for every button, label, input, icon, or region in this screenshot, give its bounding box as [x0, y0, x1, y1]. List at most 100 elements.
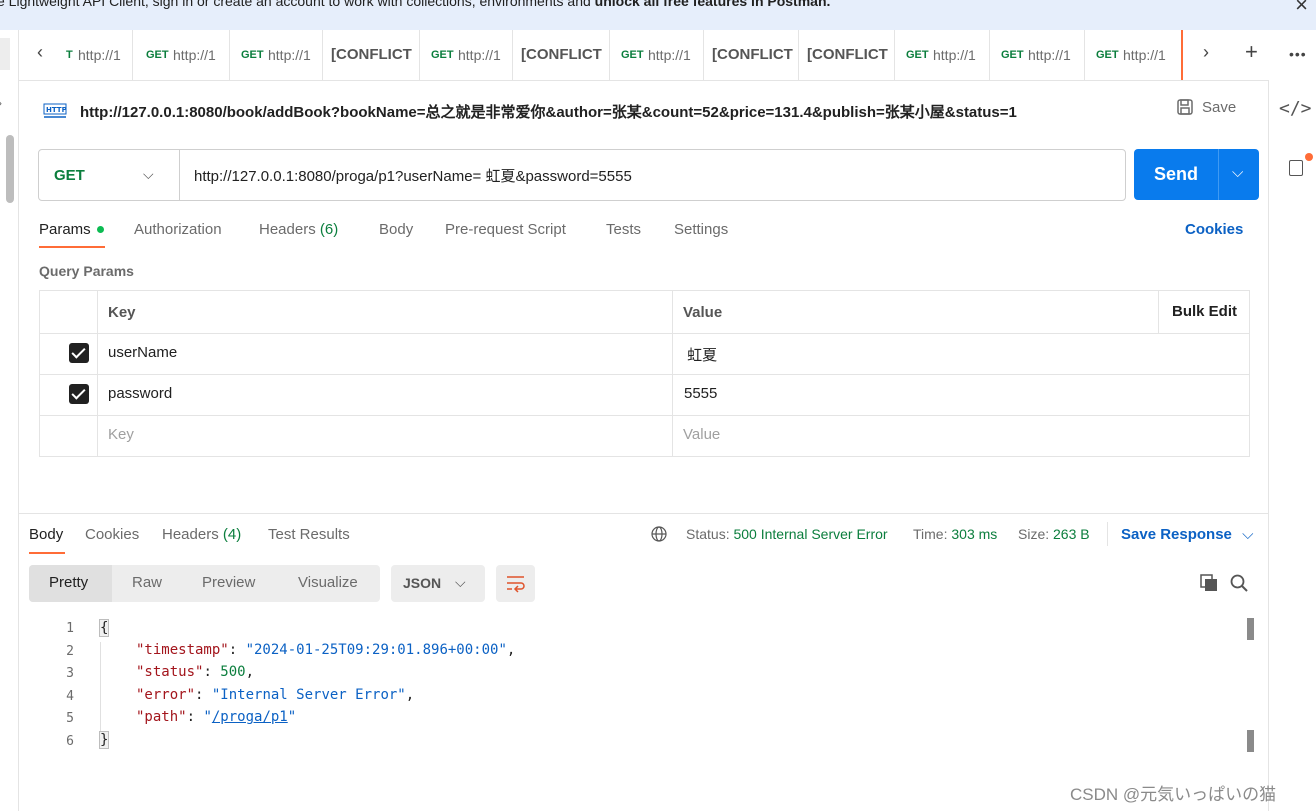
response-headers-count: (4): [222, 526, 242, 543]
tab-scroll-right-icon[interactable]: ›: [1203, 42, 1209, 63]
chevron-down-icon: ⌵: [455, 574, 466, 590]
param-key-input[interactable]: password: [108, 385, 172, 402]
send-button[interactable]: Send ⌵: [1134, 149, 1259, 200]
param-checkbox[interactable]: [69, 384, 89, 404]
tab-headers[interactable]: Headers (6): [259, 221, 338, 238]
request-tab-active[interactable]: GET http://1: [1085, 30, 1183, 80]
json-line: "path": "/proga/p1": [136, 709, 297, 725]
view-preview-button[interactable]: Preview: [202, 574, 255, 591]
tab-params[interactable]: Params: [39, 221, 91, 238]
request-tabs-bar: ‹ T http://1 GET http://1 GET http://1 […: [19, 30, 1316, 81]
save-button[interactable]: Save: [1176, 98, 1236, 116]
save-label: Save: [1202, 98, 1237, 116]
send-label: Send: [1154, 164, 1199, 184]
editor-scrollbar-marker[interactable]: [1247, 730, 1254, 752]
search-icon[interactable]: [1230, 574, 1248, 592]
status-value: 500 Internal Server Error: [733, 526, 888, 542]
response-tab-test-results[interactable]: Test Results: [268, 526, 350, 543]
params-active-dot: [97, 226, 104, 233]
documentation-icon[interactable]: [1289, 160, 1303, 176]
status-readout: Status: 500 Internal Server Error: [686, 526, 888, 542]
wrap-lines-icon: [507, 576, 525, 593]
chevron-right-icon[interactable]: ›: [0, 96, 2, 110]
request-tab[interactable]: T http://1: [66, 30, 133, 80]
send-options-chevron-icon[interactable]: ⌵: [1232, 164, 1243, 181]
editor-scrollbar-marker[interactable]: [1247, 618, 1254, 640]
path-link[interactable]: /proga/p1: [212, 709, 288, 725]
method-label: GET: [54, 167, 85, 184]
code-snippet-icon[interactable]: </>: [1279, 98, 1312, 119]
param-checkbox[interactable]: [69, 343, 89, 363]
param-value-input[interactable]: 虹夏: [683, 344, 717, 365]
sidebar-tile[interactable]: [0, 38, 10, 70]
url-input[interactable]: http://127.0.0.1:8080/proga/p1?userName=…: [194, 165, 632, 186]
url-bar: GET ⌵ http://127.0.0.1:8080/proga/p1?use…: [38, 149, 1126, 201]
right-sidebar: </>: [1268, 80, 1316, 811]
sidebar-scrollbar[interactable]: [6, 135, 14, 203]
request-tab-conflict[interactable]: [CONFLICT: [513, 30, 610, 80]
request-tab[interactable]: GET http://1: [895, 30, 990, 80]
tab-authorization[interactable]: Authorization: [134, 221, 222, 238]
method-select[interactable]: GET ⌵: [39, 150, 180, 200]
tab-prerequest-script[interactable]: Pre-request Script: [445, 221, 566, 238]
wrap-lines-button[interactable]: [496, 565, 535, 602]
query-params-title: Query Params: [39, 263, 134, 279]
line-number: 2: [66, 644, 74, 659]
time-value: 303 ms: [951, 526, 998, 542]
time-readout: Time: 303 ms: [913, 526, 998, 542]
tab-scroll-left-icon[interactable]: ‹: [37, 42, 43, 63]
response-tab-headers[interactable]: Headers (4): [162, 526, 241, 543]
format-label: JSON: [403, 575, 442, 591]
table-divider: [40, 415, 1249, 416]
request-tab[interactable]: GET http://1: [610, 30, 704, 80]
more-options-icon[interactable]: •••: [1289, 46, 1307, 62]
response-tab-cookies[interactable]: Cookies: [85, 526, 139, 543]
size-value: 263 B: [1053, 526, 1090, 542]
left-sidebar-collapsed: ›: [0, 30, 19, 811]
response-divider[interactable]: [19, 513, 1268, 514]
line-number: 4: [66, 689, 74, 704]
view-raw-button[interactable]: Raw: [132, 574, 162, 591]
tab-body[interactable]: Body: [379, 221, 413, 238]
cookies-link[interactable]: Cookies: [1185, 221, 1243, 238]
new-tab-plus-icon[interactable]: +: [1245, 39, 1258, 65]
column-header-value: Value: [683, 304, 723, 321]
param-key-input[interactable]: userName: [108, 344, 177, 361]
format-select[interactable]: JSON ⌵: [391, 565, 485, 602]
bulk-edit-button[interactable]: Bulk Edit: [1172, 303, 1237, 320]
banner-text: e Lightweight API Client, sign in or cre…: [0, 0, 830, 9]
request-tab[interactable]: GET http://1: [133, 30, 230, 80]
view-pretty-button[interactable]: Pretty: [49, 574, 88, 591]
banner-link[interactable]: unlock all free features in Postman.: [595, 0, 831, 9]
request-tab-conflict[interactable]: [CONFLICT: [799, 30, 895, 80]
meta-divider: [1107, 522, 1108, 546]
response-tab-body[interactable]: Body: [29, 526, 63, 543]
new-param-key-input[interactable]: Key: [108, 426, 134, 443]
close-icon[interactable]: ×: [1295, 0, 1308, 18]
globe-icon[interactable]: [651, 526, 667, 542]
copy-icon[interactable]: [1200, 574, 1218, 592]
new-param-value-input[interactable]: Value: [683, 426, 720, 443]
json-line: "status": 500,: [136, 664, 255, 680]
request-tab[interactable]: GET http://1: [230, 30, 323, 80]
table-divider: [40, 374, 1249, 375]
tab-tests[interactable]: Tests: [606, 221, 641, 238]
line-number: 6: [66, 734, 74, 749]
request-name[interactable]: http://127.0.0.1:8080/book/addBook?bookN…: [80, 101, 1017, 122]
view-visualize-button[interactable]: Visualize: [298, 574, 358, 591]
save-icon: [1177, 99, 1193, 115]
notification-dot: [1305, 153, 1313, 161]
param-value-input[interactable]: 5555: [684, 385, 717, 402]
line-number: 1: [66, 621, 74, 636]
request-tab-conflict[interactable]: [CONFLICT: [323, 30, 420, 80]
indent-guide: [100, 642, 101, 734]
request-tab-conflict[interactable]: [CONFLICT: [704, 30, 799, 80]
active-tab-underline: [39, 246, 105, 248]
svg-text:HTTP: HTTP: [46, 106, 67, 114]
send-divider: [1218, 149, 1219, 200]
headers-count: (6): [319, 221, 339, 238]
tab-settings[interactable]: Settings: [674, 221, 728, 238]
request-tab[interactable]: GET http://1: [990, 30, 1085, 80]
request-tab[interactable]: GET http://1: [420, 30, 513, 80]
save-response-button[interactable]: Save Response ⌵: [1121, 526, 1253, 543]
